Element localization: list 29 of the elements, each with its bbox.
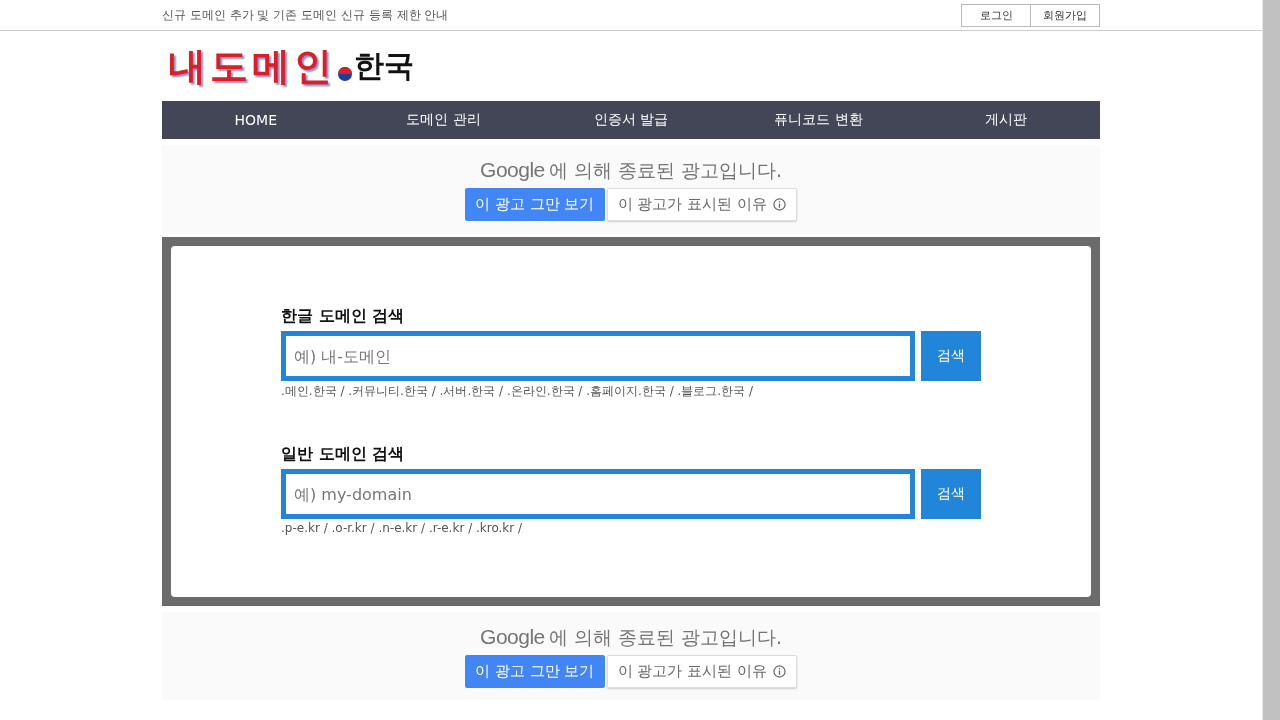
nav-item[interactable]: 게시판 xyxy=(912,101,1100,139)
header-link[interactable]: 로그인 xyxy=(961,3,1031,27)
section-title: 일반 도메인 검색 xyxy=(281,444,406,465)
search-button[interactable]: 검색 xyxy=(921,469,981,519)
why-ad-button[interactable]: 이 광고가 표시된 이유 xyxy=(606,187,797,221)
domain-suffix-list: .메인.한국 / .커뮤니티.한국 / .서버.한국 / .온라인.한국 / .홈페이지.한국 / .블로그.한국 / xyxy=(281,383,981,400)
site-logo[interactable]: 내도메인 한국 xyxy=(162,31,414,101)
search-button[interactable]: 검색 xyxy=(921,331,981,381)
section-title: 한글 도메인 검색 xyxy=(281,306,406,327)
brand-text: Google xyxy=(480,624,545,649)
nav-item[interactable]: 도메인 관리 xyxy=(349,101,538,139)
domain-suffix-list: .p-e.kr / .o-r.kr / .n-e.kr / .r-e.kr / .kro.kr / xyxy=(281,521,981,535)
stop-ad-button[interactable]: 이 광고 그만 보기 xyxy=(465,187,605,221)
nav-item[interactable]: HOME xyxy=(162,101,350,139)
brand-text: Google xyxy=(480,157,545,182)
why-ad-button[interactable]: 이 광고가 표시된 이유 xyxy=(606,654,797,688)
nav-item[interactable]: 인증서 발급 xyxy=(537,101,725,139)
info-icon xyxy=(772,197,786,211)
stop-ad-button[interactable]: 이 광고 그만 보기 xyxy=(465,654,605,688)
ad-message: 에 의해 종료된 광고입니다. xyxy=(548,624,782,650)
header-link[interactable]: 회원가입 xyxy=(1031,3,1100,27)
ad-message: 에 의해 종료된 광고입니다. xyxy=(548,157,782,183)
nav-item[interactable]: 퓨니코드 변환 xyxy=(724,101,913,139)
search-field[interactable]: 예) my-domain xyxy=(281,469,915,519)
info-icon xyxy=(772,664,786,678)
search-field[interactable]: 예) 내-도메인 xyxy=(281,331,915,381)
circle-dot-icon xyxy=(338,67,352,81)
notice-link[interactable]: 신규 도메인 추가 및 기존 도메인 신규 등록 제한 안내 xyxy=(162,6,449,24)
scrollbar[interactable] xyxy=(1262,0,1280,720)
